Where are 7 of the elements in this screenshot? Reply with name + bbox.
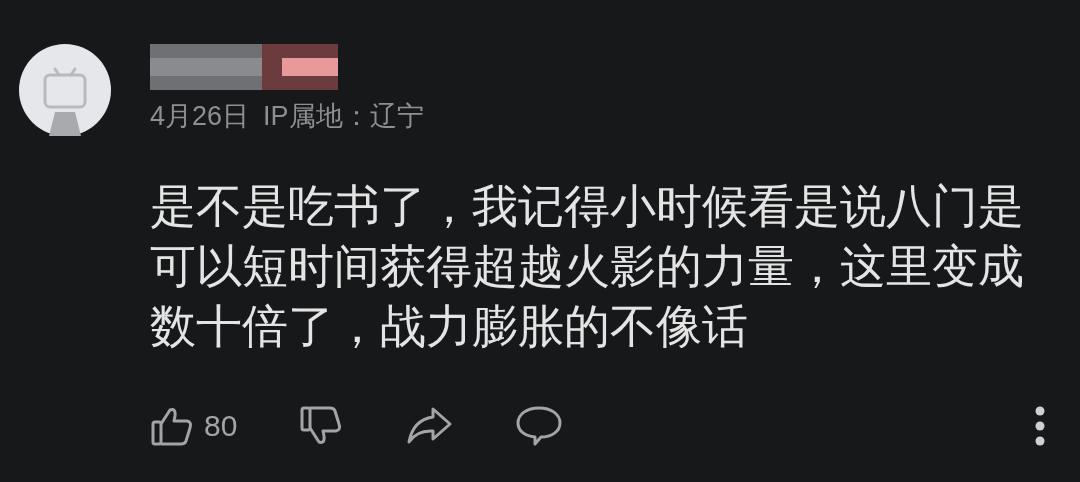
comment-text: 是不是吃书了，我记得小时候看是说八门是可以短时间获得超越火影的力量，这里变成数十倍了，战力膨胀的不像话 <box>150 179 1025 354</box>
like-count: 80 <box>204 408 238 444</box>
comment-date: 4月26日 <box>150 100 250 133</box>
avatar-icon[interactable] <box>19 44 111 136</box>
more-options-icon[interactable] <box>1034 404 1046 448</box>
comment-icon[interactable] <box>515 404 564 448</box>
ip-location: IP属地：辽宁 <box>263 100 424 133</box>
